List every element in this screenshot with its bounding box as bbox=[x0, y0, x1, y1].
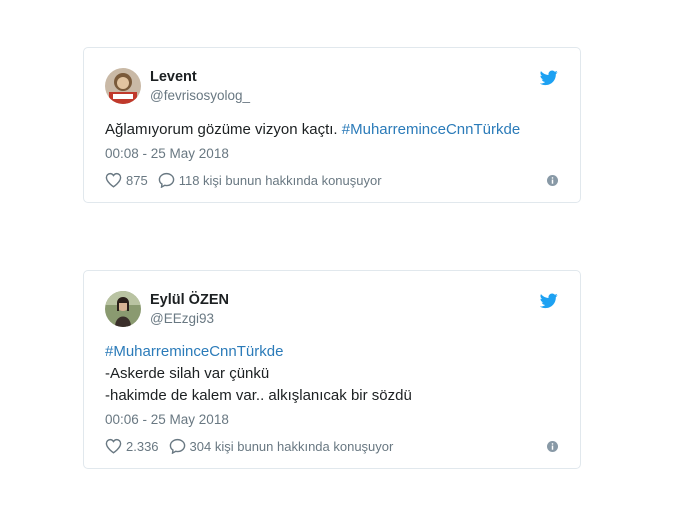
tweet-body: Ağlamıyorum gözüme vizyon kaçtı. bbox=[105, 121, 338, 138]
comments-label[interactable]: 304 kişi bunun hakkında konuşuyor bbox=[190, 439, 394, 454]
comments-label[interactable]: 118 kişi bunun hakkında konuşuyor bbox=[179, 173, 382, 188]
tweet-card: Eylül ÖZEN @EEzgi93 #MuharreminceCnnTürk… bbox=[83, 270, 581, 469]
tweet-actions: 875 118 kişi bunun hakkında konuşuyor bbox=[105, 172, 382, 188]
tweet-actions: 2.336 304 kişi bunun hakkında konuşuyor bbox=[105, 438, 393, 454]
twitter-bird-icon[interactable] bbox=[540, 293, 558, 309]
twitter-bird-icon[interactable] bbox=[540, 70, 558, 86]
heart-icon[interactable] bbox=[105, 172, 122, 188]
avatar[interactable] bbox=[105, 68, 141, 104]
author-name[interactable]: Levent bbox=[150, 69, 197, 85]
tweet-timestamp[interactable]: 00:08 - 25 May 2018 bbox=[105, 146, 229, 161]
like-count[interactable]: 2.336 bbox=[126, 439, 159, 454]
comment-icon[interactable] bbox=[158, 172, 175, 188]
tweet-text: #MuharreminceCnnTürkde -Askerde silah va… bbox=[105, 341, 412, 407]
heart-icon[interactable] bbox=[105, 438, 122, 454]
comment-icon[interactable] bbox=[169, 438, 186, 454]
tweet-card: Levent @fevrisosyolog_ Ağlamıyorum gözüm… bbox=[83, 47, 581, 203]
hashtag-link[interactable]: #MuharreminceCnnTürkde bbox=[342, 121, 520, 138]
author-name[interactable]: Eylül ÖZEN bbox=[150, 292, 229, 308]
tweet-text: Ağlamıyorum gözüme vizyon kaçtı. #Muharr… bbox=[105, 119, 520, 141]
info-icon[interactable] bbox=[547, 175, 558, 186]
like-count[interactable]: 875 bbox=[126, 173, 148, 188]
tweet-timestamp[interactable]: 00:06 - 25 May 2018 bbox=[105, 412, 229, 427]
author-handle[interactable]: @fevrisosyolog_ bbox=[150, 88, 250, 103]
tweet-line: -hakimde de kalem var.. alkışlanıcak bir… bbox=[105, 387, 412, 404]
tweet-line: -Askerde silah var çünkü bbox=[105, 365, 270, 382]
author-handle[interactable]: @EEzgi93 bbox=[150, 311, 214, 326]
hashtag-link[interactable]: #MuharreminceCnnTürkde bbox=[105, 341, 412, 363]
avatar[interactable] bbox=[105, 291, 141, 327]
info-icon[interactable] bbox=[547, 441, 558, 452]
